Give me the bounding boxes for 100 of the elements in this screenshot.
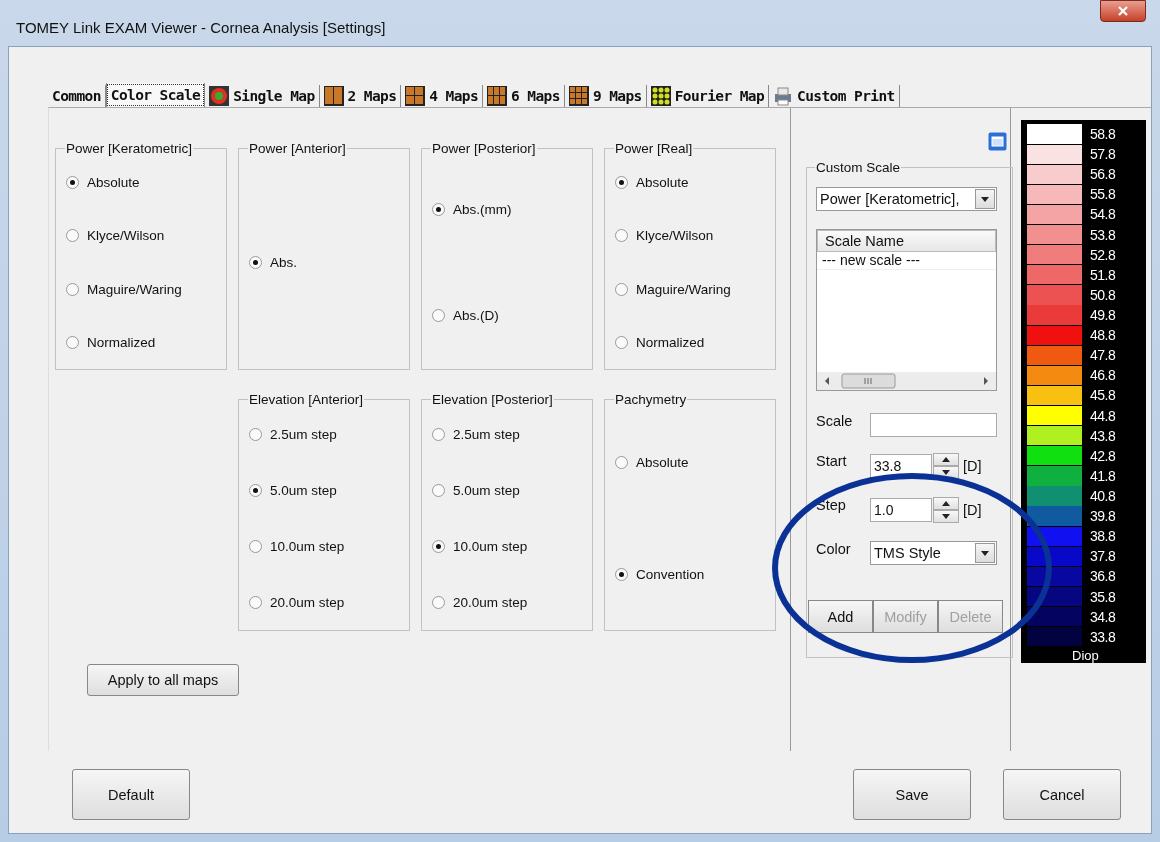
tab[interactable]: Custom Print — [769, 85, 900, 107]
tab[interactable]: 9 Maps — [564, 85, 647, 107]
dialog-button[interactable]: Save — [853, 769, 971, 820]
scale-value: 45.8 — [1090, 387, 1116, 404]
radio-option[interactable]: 20.0um step — [432, 594, 528, 610]
horizontal-scrollbar[interactable] — [817, 372, 996, 390]
scale-value: 37.8 — [1090, 548, 1116, 565]
spin-up-button[interactable] — [933, 453, 959, 466]
caret-down-icon — [981, 196, 989, 202]
scale-value: 55.8 — [1090, 186, 1116, 203]
scale-value: 50.8 — [1090, 286, 1116, 303]
group-title: Custom Scale — [815, 160, 902, 175]
field-label: Start — [816, 453, 848, 469]
spin-up-button[interactable] — [933, 497, 959, 510]
apply-button[interactable]: Apply to all maps — [87, 664, 239, 696]
unit-label: [D] — [963, 502, 982, 518]
scale-value: 47.8 — [1090, 347, 1116, 364]
scale-value: 41.8 — [1090, 467, 1116, 484]
scale-value: 39.8 — [1090, 508, 1116, 525]
radio-option[interactable]: Abs. — [249, 255, 297, 270]
group-title: Power [Keratometric] — [65, 141, 194, 156]
radio-option[interactable]: 5.0um step — [432, 483, 520, 499]
color-style-dropdown[interactable]: TMS Style — [870, 541, 997, 565]
unit-label: Diop — [1072, 647, 1099, 663]
scale-value: 35.8 — [1090, 588, 1116, 605]
radio-option[interactable]: Absolute — [66, 175, 140, 191]
scale-value: 43.8 — [1090, 427, 1116, 444]
radio-option[interactable]: Normalized — [615, 334, 705, 350]
maps-icon — [323, 86, 344, 106]
map-icon — [209, 86, 230, 106]
group-title: Pachymetry — [614, 392, 688, 407]
dots-icon — [650, 86, 671, 106]
scale-type-dropdown[interactable]: Power [Keratometric], — [816, 187, 997, 211]
field-label: Color — [816, 541, 852, 557]
caret-up-icon — [942, 501, 950, 506]
scale-value: 33.8 — [1090, 628, 1116, 645]
group-title: Elevation [Posterior] — [431, 392, 554, 407]
radio-option[interactable]: 20.0um step — [249, 594, 345, 610]
scale-value: 46.8 — [1090, 367, 1116, 384]
maps-icon — [568, 86, 589, 106]
group-title: Power [Posterior] — [431, 141, 537, 156]
radio-option[interactable]: 2.5um step — [432, 427, 520, 443]
scale-value: 58.8 — [1090, 126, 1116, 143]
scale-value: 52.8 — [1090, 246, 1116, 263]
dialog-button[interactable]: Cancel — [1003, 769, 1121, 820]
close-button[interactable] — [1100, 0, 1146, 22]
printer-icon — [773, 86, 794, 106]
scale-value: 49.8 — [1090, 307, 1116, 324]
maps-icon — [405, 86, 426, 106]
radio-option[interactable]: 5.0um step — [249, 483, 337, 499]
step-input[interactable]: 1.0 — [870, 498, 932, 522]
scale-value: 57.8 — [1090, 146, 1116, 163]
scale-value: 34.8 — [1090, 608, 1116, 625]
tab[interactable]: 6 Maps — [483, 85, 565, 107]
list-item[interactable]: --- new scale --- — [817, 252, 996, 270]
scale-value: 44.8 — [1090, 407, 1116, 424]
scale-input[interactable] — [870, 413, 997, 437]
group-title: Elevation [Anterior] — [248, 392, 365, 407]
column-header[interactable]: Scale Name — [817, 230, 996, 252]
scale-value: 51.8 — [1090, 266, 1116, 283]
scale-value: 40.8 — [1090, 488, 1116, 504]
radio-option[interactable]: Abs.(mm) — [432, 201, 512, 217]
scale-value: 53.8 — [1090, 226, 1116, 243]
scale-value: 56.8 — [1090, 166, 1116, 183]
radio-option[interactable]: Convention — [615, 566, 705, 582]
radio-option[interactable]: 2.5um step — [249, 427, 337, 443]
maps-icon — [487, 86, 508, 106]
radio-option[interactable]: 10.0um step — [432, 538, 528, 554]
caret-up-icon — [942, 457, 950, 462]
scale-action-button[interactable]: Add — [808, 600, 873, 633]
spin-down-button[interactable] — [933, 510, 959, 523]
tab[interactable]: Single Map — [205, 85, 320, 107]
field-label: Scale — [816, 413, 854, 429]
tab[interactable]: Color Scale — [105, 83, 206, 107]
close-icon — [1118, 6, 1128, 16]
group-title: Power [Real] — [614, 141, 694, 156]
scale-value: 48.8 — [1090, 327, 1116, 344]
tab[interactable]: 4 Maps — [401, 85, 484, 107]
scale-value: 54.8 — [1090, 206, 1116, 223]
caret-down-icon — [981, 550, 989, 556]
radio-option[interactable]: 10.0um step — [249, 538, 345, 554]
tab[interactable]: Fourier Map — [646, 85, 770, 107]
radio-option[interactable]: Maguire/Waring — [615, 281, 731, 297]
unit-label: [D] — [963, 458, 982, 474]
radio-option[interactable]: Klyce/Wilson — [66, 228, 165, 244]
window-icon[interactable] — [988, 132, 1007, 151]
radio-option[interactable]: Maguire/Waring — [66, 281, 182, 297]
radio-option[interactable]: Absolute — [615, 455, 689, 471]
tab[interactable]: Common — [48, 85, 106, 107]
tab[interactable]: 2 Maps — [319, 85, 402, 107]
window-title: TOMEY Link EXAM Viewer - Cornea Analysis [Settings] — [16, 19, 386, 36]
radio-option[interactable]: Abs.(D) — [432, 308, 499, 324]
dialog-button[interactable]: Default — [72, 769, 190, 820]
radio-option[interactable]: Absolute — [615, 175, 689, 191]
caret-down-icon — [942, 470, 950, 475]
scale-value: 36.8 — [1090, 568, 1116, 585]
scale-value: 38.8 — [1090, 528, 1116, 545]
radio-option[interactable]: Normalized — [66, 334, 156, 350]
radio-option[interactable]: Klyce/Wilson — [615, 228, 714, 244]
group-title: Power [Anterior] — [248, 141, 347, 156]
